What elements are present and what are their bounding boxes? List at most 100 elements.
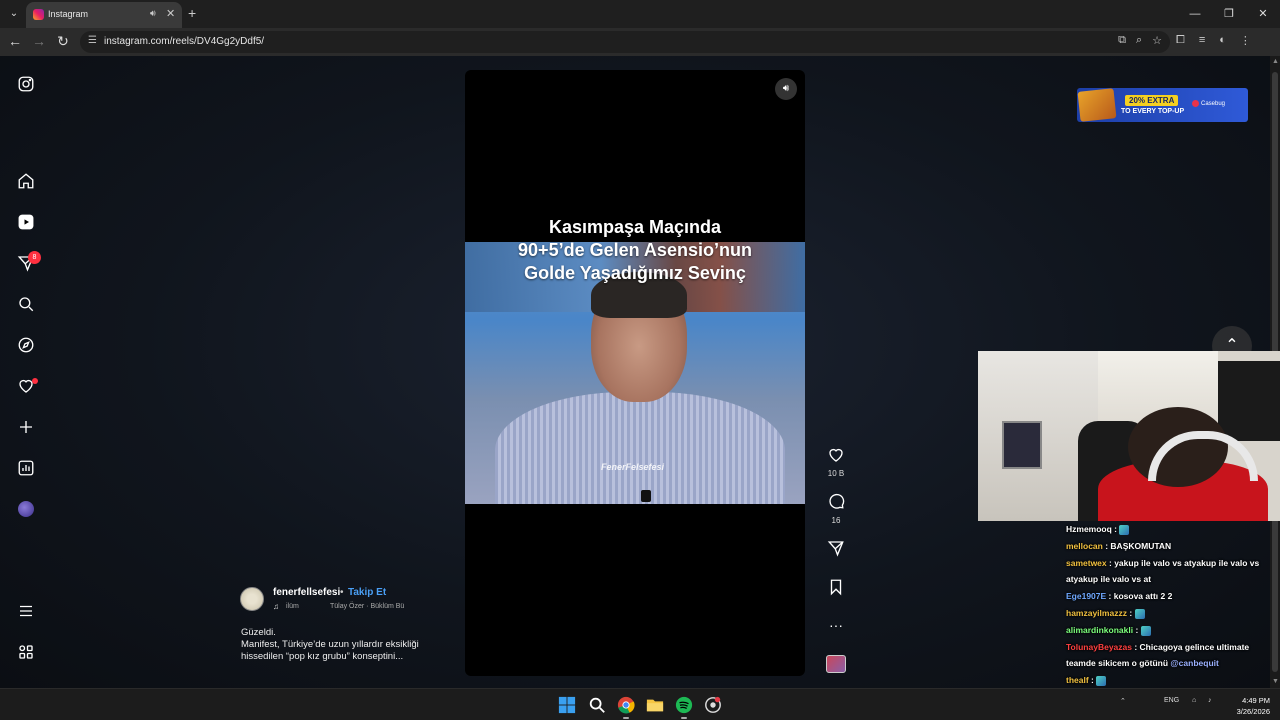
volume-icon[interactable]: 🔊︎ — [775, 78, 797, 100]
chat-message: hamzayilmazzz : — [1066, 607, 1145, 619]
plus-icon[interactable] — [16, 417, 36, 437]
post-author-avatar[interactable] — [240, 587, 264, 611]
lapel-mic — [641, 490, 651, 502]
tab-list-icon[interactable]: ⌄ — [6, 6, 22, 22]
compass-icon[interactable] — [16, 335, 36, 355]
chat-message: atyakup ile valo vs at — [1066, 573, 1151, 585]
chat-separator: : — [1111, 524, 1120, 534]
comment-icon[interactable] — [826, 492, 846, 515]
chat-username: sametwex — [1066, 557, 1107, 568]
scroll-up-arrow-icon[interactable]: ▲ — [1272, 58, 1279, 65]
browser-tab[interactable]: Instagram 🔊︎ ✕ — [26, 2, 182, 28]
chat-separator: : — [1126, 608, 1135, 618]
post-username[interactable]: fenerfellsefesi — [273, 587, 340, 598]
like-count: 10 B — [827, 469, 845, 478]
site-info-icon[interactable]: ☰ — [88, 35, 97, 46]
more-options-icon[interactable]: ··· — [826, 616, 846, 634]
post-separator: • — [340, 587, 344, 598]
scroll-down-arrow-icon[interactable]: ▼ — [1272, 678, 1279, 685]
share-icon[interactable] — [826, 539, 846, 562]
tab-title: Instagram — [48, 9, 89, 19]
window-close-icon[interactable]: ✕ — [1246, 0, 1280, 28]
running-indicator — [623, 717, 629, 719]
close-icon[interactable]: ✕ — [166, 7, 175, 20]
chat-message: alimardinkonakli : — [1066, 624, 1151, 636]
music-note-icon: ♫ — [273, 602, 279, 611]
chat-text: teamde sikicem o götünü — [1066, 658, 1169, 669]
chat-message: Ege1907E : kosova attı 2 2 — [1066, 590, 1172, 602]
restore-icon[interactable]: ❐ — [1212, 0, 1246, 28]
chart-icon[interactable] — [16, 458, 36, 478]
chat-username: Hzmemooq — [1066, 524, 1112, 534]
home-icon[interactable] — [16, 171, 36, 191]
ad-brand: Casebug — [1201, 101, 1226, 107]
reload-icon[interactable]: ↻ — [54, 33, 72, 50]
chat-emote-icon — [1119, 524, 1130, 535]
extensions-icon[interactable]: ⧠ — [1176, 34, 1185, 47]
chat-text: atyakup ile valo vs at — [1066, 574, 1152, 585]
minimize-icon[interactable]: — — [1178, 0, 1212, 28]
apps-icon[interactable] — [16, 642, 36, 662]
system-clock[interactable]: 4:49 PM 3/26/2026 — [1226, 695, 1270, 717]
clock-date: 3/26/2026 — [1236, 707, 1270, 716]
ad-subline: TO EVERY TOP-UP — [1121, 108, 1185, 115]
audio-track-b[interactable]: Tülay Özer · Büklüm Bü — [330, 603, 404, 610]
file-explorer-icon[interactable] — [646, 696, 664, 714]
profile-icon[interactable]: ◐ — [1219, 34, 1226, 47]
post-description[interactable]: Güzeldi. Manifest, Türkiye’de uzun yılla… — [241, 627, 461, 663]
running-indicator — [681, 717, 687, 719]
address-bar[interactable]: ☰ instagram.com/reels/DV4Gg2yDdf5/ ⧉ ⌕ ☆ — [80, 31, 1170, 53]
notification-dot — [32, 378, 38, 384]
volume-tray-icon[interactable]: ♪ — [1208, 697, 1212, 704]
tray-chevron-icon[interactable]: ⌃ — [1120, 697, 1126, 705]
save-icon[interactable] — [826, 578, 846, 601]
install-icon[interactable]: ⧉ — [1118, 34, 1126, 47]
back-icon[interactable]: ← — [6, 33, 24, 49]
star-icon[interactable]: ☆ — [1152, 34, 1162, 47]
language-indicator[interactable]: ENG — [1164, 697, 1179, 704]
spotify-icon[interactable] — [675, 696, 693, 714]
windows-start-icon[interactable] — [558, 696, 576, 714]
chat-message: thealf : — [1066, 674, 1107, 686]
forward-icon[interactable]: → — [30, 33, 48, 49]
chat-text: Chicagoya gelince ultimate — [1139, 641, 1250, 652]
chat-username: alimardinkonakli — [1066, 624, 1134, 635]
search-icon[interactable] — [16, 294, 36, 314]
post-text-line: Manifest, Türkiye’de uzun yıllardır eksi… — [241, 639, 419, 650]
avatar[interactable] — [18, 501, 34, 517]
browser-toolbar: ← → ↻ ☰ instagram.com/reels/DV4Gg2yDdf5/… — [0, 28, 1280, 56]
chat-text: BAŞKOMUTAN — [1110, 540, 1172, 551]
chat-emote-icon — [1134, 608, 1145, 619]
chat-text: yakup ile valo vs atyakup ile valo vs — [1114, 557, 1260, 568]
window-controls: — ❐ ✕ — [1178, 0, 1280, 28]
follow-button[interactable]: Takip Et — [348, 587, 386, 598]
chat-username: thealf — [1066, 675, 1089, 686]
new-tab-icon[interactable]: + — [188, 5, 196, 21]
chat-separator: : — [1133, 624, 1141, 635]
audio-track-a[interactable]: ilüm — [286, 603, 299, 610]
instagram-icon[interactable] — [16, 74, 36, 94]
search-icon[interactable] — [588, 696, 606, 714]
webcam-jersey — [1218, 361, 1280, 441]
reel-video[interactable]: FenerFelsefesi Kasımpaşa Maçında 90+5’de… — [465, 70, 805, 676]
menu-icon[interactable] — [16, 601, 36, 621]
audio-thumbnail[interactable] — [826, 655, 846, 673]
url-actions: ⧉ ⌕ ☆ — [1118, 34, 1162, 47]
zoom-icon[interactable]: ⌕ — [1136, 34, 1142, 47]
chrome-icon[interactable] — [617, 696, 635, 714]
screen: ⌄ Instagram 🔊︎ ✕ + — ❐ ✕ ← → ↻ ☰ instagr… — [0, 0, 1280, 720]
chat-separator: : — [1131, 641, 1140, 652]
app-icon[interactable] — [704, 696, 722, 714]
menu-icon[interactable]: ⋮ — [1240, 34, 1251, 47]
network-icon[interactable]: ⌂ — [1192, 697, 1196, 704]
ad-banner[interactable]: 20% EXTRA TO EVERY TOP-UP Casebug — [1077, 88, 1248, 122]
url-text[interactable]: instagram.com/reels/DV4Gg2yDdf5/ — [104, 36, 264, 47]
reading-list-icon[interactable]: ≡ — [1199, 34, 1205, 47]
video-watermark: FenerFelsefesi — [601, 462, 665, 472]
chat-username: TolunayBeyazas — [1066, 641, 1132, 652]
audio-icon[interactable]: 🔊︎ — [150, 8, 156, 19]
chat-message: Hzmemooq : — [1066, 523, 1130, 535]
reels-icon[interactable] — [16, 212, 36, 232]
chat-separator: : — [1088, 675, 1097, 686]
like-icon[interactable] — [826, 446, 846, 469]
